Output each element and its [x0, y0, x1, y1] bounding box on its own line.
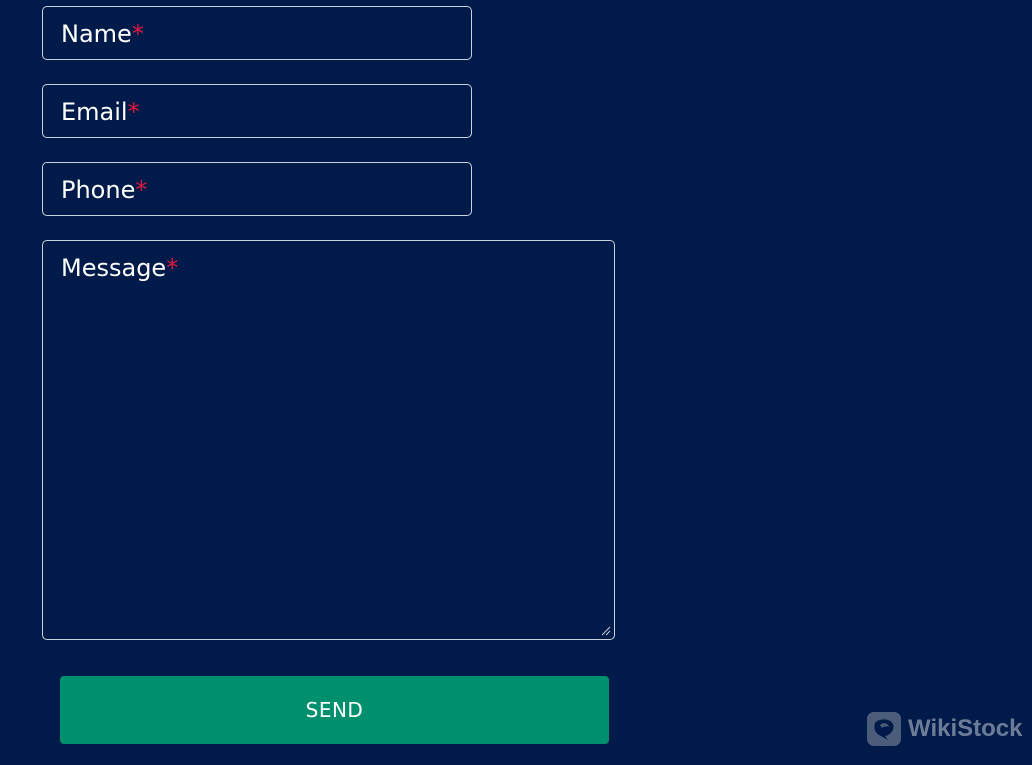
name-field[interactable]: Name* — [42, 6, 472, 60]
wikistock-watermark: WikiStock — [866, 711, 1022, 747]
required-mark: * — [131, 20, 144, 48]
phone-label: Phone* — [61, 176, 148, 204]
message-label: Message* — [61, 254, 179, 282]
required-mark: * — [127, 98, 140, 126]
message-textarea[interactable]: Message* — [42, 240, 615, 640]
wikistock-logo-icon — [867, 712, 901, 746]
required-mark: * — [135, 176, 148, 204]
resize-handle-icon[interactable] — [599, 624, 611, 636]
email-field[interactable]: Email* — [42, 84, 472, 138]
contact-form-page: Name* Email* Phone* Message* SEND WikiSt… — [0, 0, 1032, 765]
watermark-text: WikiStock — [908, 715, 1023, 742]
send-button[interactable]: SEND — [60, 676, 609, 744]
email-label: Email* — [61, 98, 140, 126]
phone-field[interactable]: Phone* — [42, 162, 472, 216]
name-label: Name* — [61, 20, 144, 48]
required-mark: * — [166, 254, 179, 282]
